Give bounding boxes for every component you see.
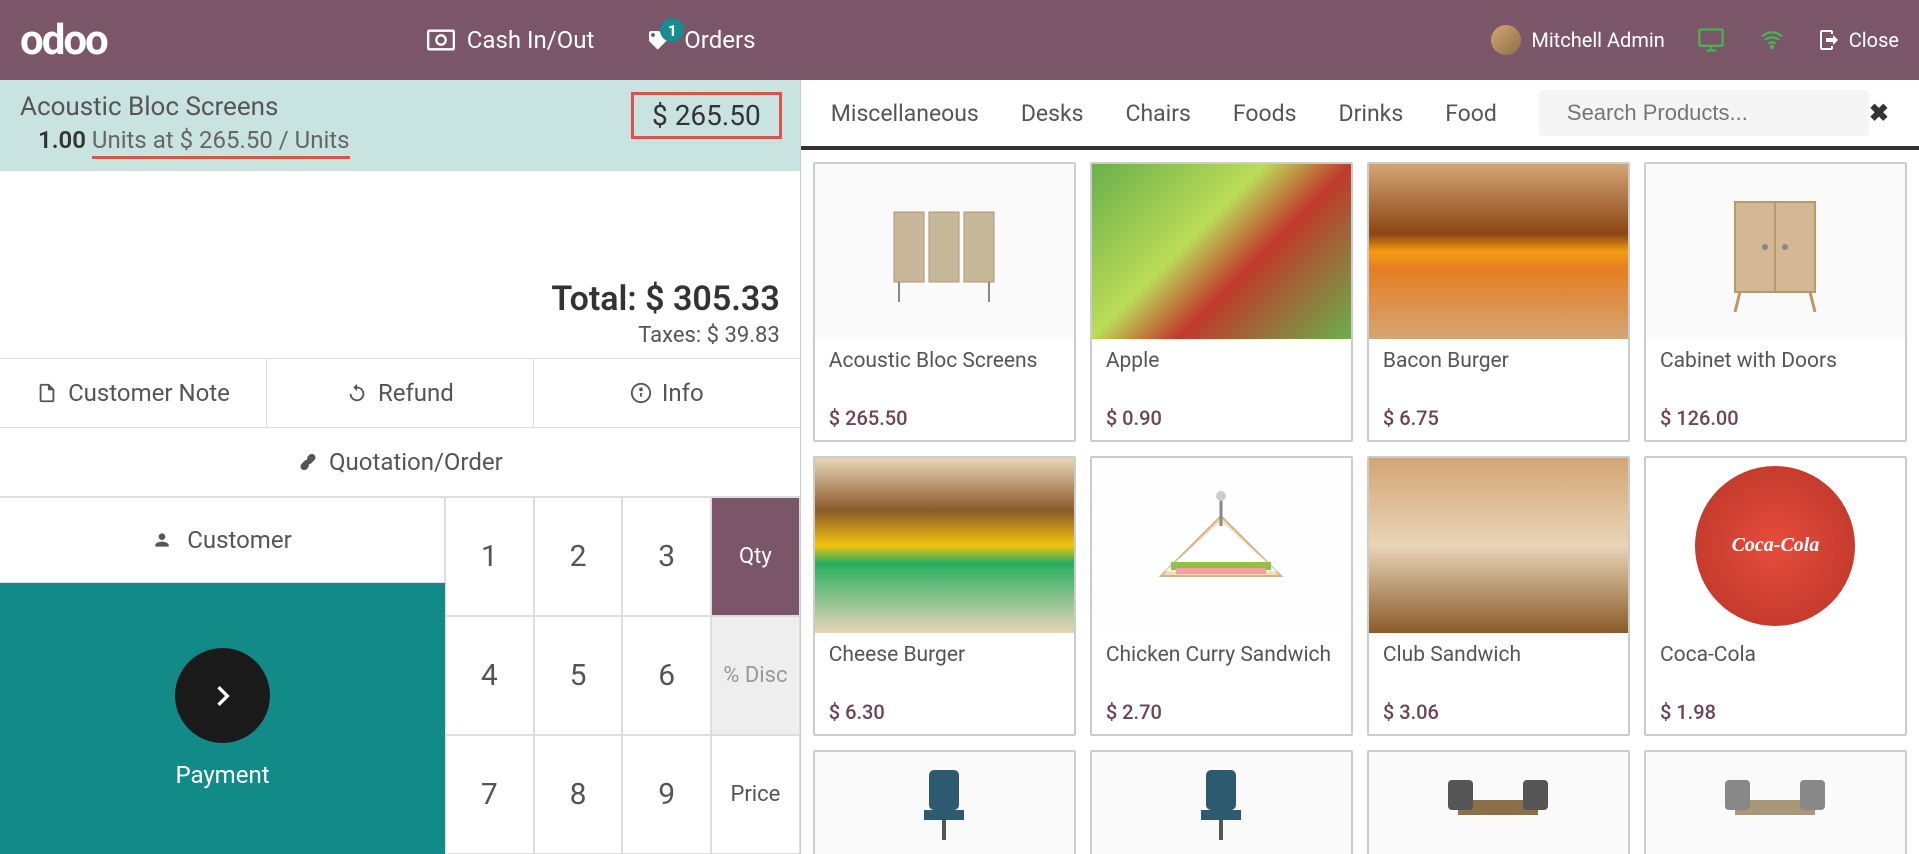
order-panel: Acoustic Bloc Screens 1.00 Units at $ 26… xyxy=(0,80,800,854)
total-taxes: Taxes: $ 39.83 xyxy=(20,323,780,348)
key-8[interactable]: 8 xyxy=(534,735,623,854)
orders-button[interactable]: 1 Orders xyxy=(644,26,755,54)
key-5[interactable]: 5 xyxy=(534,616,623,735)
avatar xyxy=(1491,25,1521,55)
product-image xyxy=(815,458,1074,633)
total-amount: Total: $ 305.33 xyxy=(20,279,780,319)
product-card[interactable] xyxy=(1367,750,1630,854)
key-2[interactable]: 2 xyxy=(534,497,623,616)
product-image xyxy=(1369,458,1628,633)
refund-button[interactable]: Refund xyxy=(267,359,534,427)
payment-button[interactable]: Payment xyxy=(0,583,445,854)
product-card[interactable]: Cheese Burger$ 6.30 xyxy=(813,456,1076,736)
category-tabs: Miscellaneous Desks Chairs Foods Drinks … xyxy=(801,80,1919,150)
tab-drinks[interactable]: Drinks xyxy=(1338,100,1403,127)
product-grid: Acoustic Bloc Screens$ 265.50 Apple$ 0.9… xyxy=(801,150,1919,854)
app-header: odoo Cash In/Out 1 Orders Mitchell Admin… xyxy=(0,0,1919,80)
order-line-price: $ 265.50 xyxy=(631,92,782,139)
orders-badge: 1 xyxy=(660,18,684,42)
tab-foods[interactable]: Foods xyxy=(1233,100,1297,127)
product-image xyxy=(1092,164,1351,339)
wifi-icon[interactable] xyxy=(1757,28,1787,52)
note-icon xyxy=(36,382,58,404)
product-card[interactable]: Cabinet with Doors$ 126.00 xyxy=(1644,162,1907,442)
bottom-area: Customer Payment 1 2 3 Qty 4 5 6 % Disc … xyxy=(0,497,800,854)
person-icon xyxy=(152,530,172,550)
info-icon xyxy=(630,382,652,404)
keypad: 1 2 3 Qty 4 5 6 % Disc 7 8 9 Price xyxy=(445,497,800,854)
customer-button[interactable]: Customer xyxy=(0,497,445,583)
search-input[interactable] xyxy=(1567,100,1855,126)
product-panel: Miscellaneous Desks Chairs Foods Drinks … xyxy=(800,80,1919,854)
exit-icon xyxy=(1817,28,1841,52)
key-qty[interactable]: Qty xyxy=(711,497,800,616)
key-4[interactable]: 4 xyxy=(445,616,534,735)
key-price[interactable]: Price xyxy=(711,735,800,854)
monitor-icon[interactable] xyxy=(1695,26,1727,54)
product-card[interactable] xyxy=(1090,750,1353,854)
tab-miscellaneous[interactable]: Miscellaneous xyxy=(831,100,979,127)
key-7[interactable]: 7 xyxy=(445,735,534,854)
cash-icon xyxy=(427,28,455,52)
order-line[interactable]: Acoustic Bloc Screens 1.00 Units at $ 26… xyxy=(0,80,800,171)
key-3[interactable]: 3 xyxy=(622,497,711,616)
tab-chairs[interactable]: Chairs xyxy=(1126,100,1191,127)
search-box xyxy=(1539,90,1869,136)
product-card[interactable]: Acoustic Bloc Screens$ 265.50 xyxy=(813,162,1076,442)
quotation-button[interactable]: Quotation/Order xyxy=(0,428,800,497)
product-card[interactable]: Bacon Burger$ 6.75 xyxy=(1367,162,1630,442)
product-card[interactable] xyxy=(813,750,1076,854)
payment-circle xyxy=(175,648,270,743)
chevron-right-icon xyxy=(203,676,243,716)
customer-note-button[interactable]: Customer Note xyxy=(0,359,267,427)
user-info[interactable]: Mitchell Admin xyxy=(1491,25,1664,55)
key-1[interactable]: 1 xyxy=(445,497,534,616)
product-image xyxy=(1092,458,1351,633)
product-card[interactable] xyxy=(1644,750,1907,854)
link-icon xyxy=(297,451,319,473)
product-card[interactable]: Apple$ 0.90 xyxy=(1090,162,1353,442)
product-image xyxy=(1092,752,1351,854)
refund-icon xyxy=(346,382,368,404)
product-image: Coca-Cola xyxy=(1646,458,1905,633)
close-button[interactable]: Close xyxy=(1817,28,1899,52)
key-9[interactable]: 9 xyxy=(622,735,711,854)
product-card[interactable]: Chicken Curry Sandwich$ 2.70 xyxy=(1090,456,1353,736)
product-image xyxy=(1646,164,1905,339)
action-row: Customer Note Refund Info xyxy=(0,358,800,428)
logo: odoo xyxy=(20,16,107,65)
tab-food[interactable]: Food xyxy=(1445,100,1497,127)
search-clear-button[interactable]: ✖ xyxy=(1869,99,1889,127)
product-image xyxy=(1369,164,1628,339)
header-right: Mitchell Admin Close xyxy=(1491,25,1899,55)
product-image xyxy=(1646,752,1905,854)
totals: Total: $ 305.33 Taxes: $ 39.83 xyxy=(0,261,800,358)
key-disc[interactable]: % Disc xyxy=(711,616,800,735)
product-card[interactable]: Coca-Cola Coca-Cola$ 1.98 xyxy=(1644,456,1907,736)
key-6[interactable]: 6 xyxy=(622,616,711,735)
product-card[interactable]: Club Sandwich$ 3.06 xyxy=(1367,456,1630,736)
info-button[interactable]: Info xyxy=(534,359,800,427)
header-center: Cash In/Out 1 Orders xyxy=(427,26,756,54)
product-image xyxy=(815,752,1074,854)
tab-desks[interactable]: Desks xyxy=(1021,100,1084,127)
product-image xyxy=(1369,752,1628,854)
product-image xyxy=(815,164,1074,339)
cash-in-out-button[interactable]: Cash In/Out xyxy=(427,26,595,54)
